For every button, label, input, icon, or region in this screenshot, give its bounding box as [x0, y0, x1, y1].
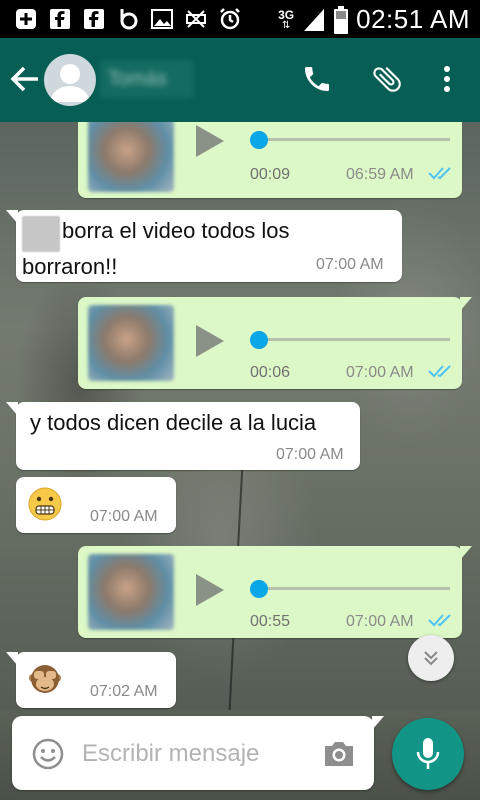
incoming-emoji-message[interactable]: 07:00 AM: [16, 477, 176, 533]
network-type: 3G: [278, 7, 295, 22]
message-time: 07:02 AM: [90, 683, 158, 700]
message-time: 07:00 AM: [346, 613, 414, 630]
scroll-to-bottom-button[interactable]: [408, 635, 454, 681]
see-no-evil-monkey-icon: [29, 665, 61, 693]
message-compose-box: [12, 716, 384, 790]
incoming-emoji-message[interactable]: 07:02 AM: [6, 652, 176, 708]
play-icon[interactable]: [196, 325, 224, 357]
double-chevron-down-icon: [424, 651, 438, 666]
back-arrow-icon[interactable]: [8, 62, 42, 96]
voice-sender-thumbnail: [88, 554, 174, 630]
compose-bar: [0, 710, 480, 800]
microphone-icon: [416, 738, 440, 769]
play-icon[interactable]: [196, 125, 224, 157]
voice-sender-thumbnail: [88, 305, 174, 381]
facebook-icon: [50, 9, 70, 29]
message-time: 06:59 AM: [346, 166, 414, 183]
voice-progress-track[interactable]: [254, 587, 450, 590]
grimacing-face-icon: [28, 487, 62, 521]
message-text: y todos dicen decile a la lucia: [30, 410, 317, 435]
incoming-text-message[interactable]: y todos dicen decile a la lucia 07:00 AM: [6, 402, 360, 470]
contact-avatar[interactable]: [44, 54, 96, 106]
app-bar: Tomás: [0, 38, 480, 122]
read-receipt-icon: [428, 614, 451, 627]
voice-message[interactable]: 00:55 07:00 AM: [78, 546, 472, 638]
facebook-icon-2: [84, 9, 104, 29]
incoming-text-message[interactable]: borra el video todos los borraron!! 07:0…: [6, 210, 402, 282]
more-options-button[interactable]: [424, 56, 470, 102]
voice-duration: 00:55: [250, 613, 291, 630]
clock: 02:51 AM: [356, 4, 470, 34]
notification-icons: [14, 7, 242, 31]
voice-sender-thumbnail: [88, 122, 174, 192]
beats-icon: [120, 9, 138, 30]
alarm-icon: [220, 8, 240, 30]
paperclip-icon: [373, 66, 401, 92]
attach-button[interactable]: [364, 56, 410, 102]
voice-duration: 00:06: [250, 364, 291, 381]
voice-message[interactable]: 00:09 06:59 AM: [78, 122, 462, 198]
default-avatar-icon: [50, 64, 90, 102]
voice-seek-handle[interactable]: [250, 331, 268, 349]
voice-record-button[interactable]: [392, 718, 464, 790]
phone-icon: [305, 67, 329, 91]
contact-name[interactable]: Tomás: [100, 60, 194, 98]
more-vert-icon: [444, 66, 450, 92]
message-time: 07:00 AM: [346, 364, 414, 381]
gallery-icon: [151, 9, 173, 29]
voice-progress-track[interactable]: [254, 338, 450, 341]
voice-seek-handle[interactable]: [250, 131, 268, 149]
censored-emoji: [22, 216, 60, 252]
read-receipt-icon: [428, 365, 451, 378]
play-icon[interactable]: [196, 574, 224, 606]
message-time: 07:00 AM: [90, 508, 158, 525]
emoji-picker-icon[interactable]: [32, 738, 64, 770]
add-box-icon: [16, 9, 36, 29]
call-button[interactable]: [294, 56, 340, 102]
voice-progress-track[interactable]: [254, 138, 450, 141]
read-receipt-icon: [428, 167, 451, 180]
voice-message[interactable]: 00:06 07:00 AM: [78, 297, 472, 389]
message-text: borra el video todos los borraron!!: [22, 218, 290, 279]
status-bar: 3G ⇅ 02:51 AM: [0, 0, 480, 38]
message-body: borra el video todos los borraron!!: [22, 216, 342, 282]
message-input[interactable]: [82, 734, 312, 774]
voice-duration: 00:09: [250, 166, 291, 183]
camera-icon[interactable]: [322, 738, 356, 770]
chat-area[interactable]: 00:09 06:59 AM borra el video todos los …: [0, 122, 480, 710]
signal-icon: [304, 8, 325, 31]
message-time: 07:00 AM: [316, 256, 384, 273]
message-time: 07:00 AM: [276, 446, 344, 463]
battery-icon: [334, 5, 349, 34]
silent-mode-icon: [186, 10, 206, 28]
voice-seek-handle[interactable]: [250, 580, 268, 598]
